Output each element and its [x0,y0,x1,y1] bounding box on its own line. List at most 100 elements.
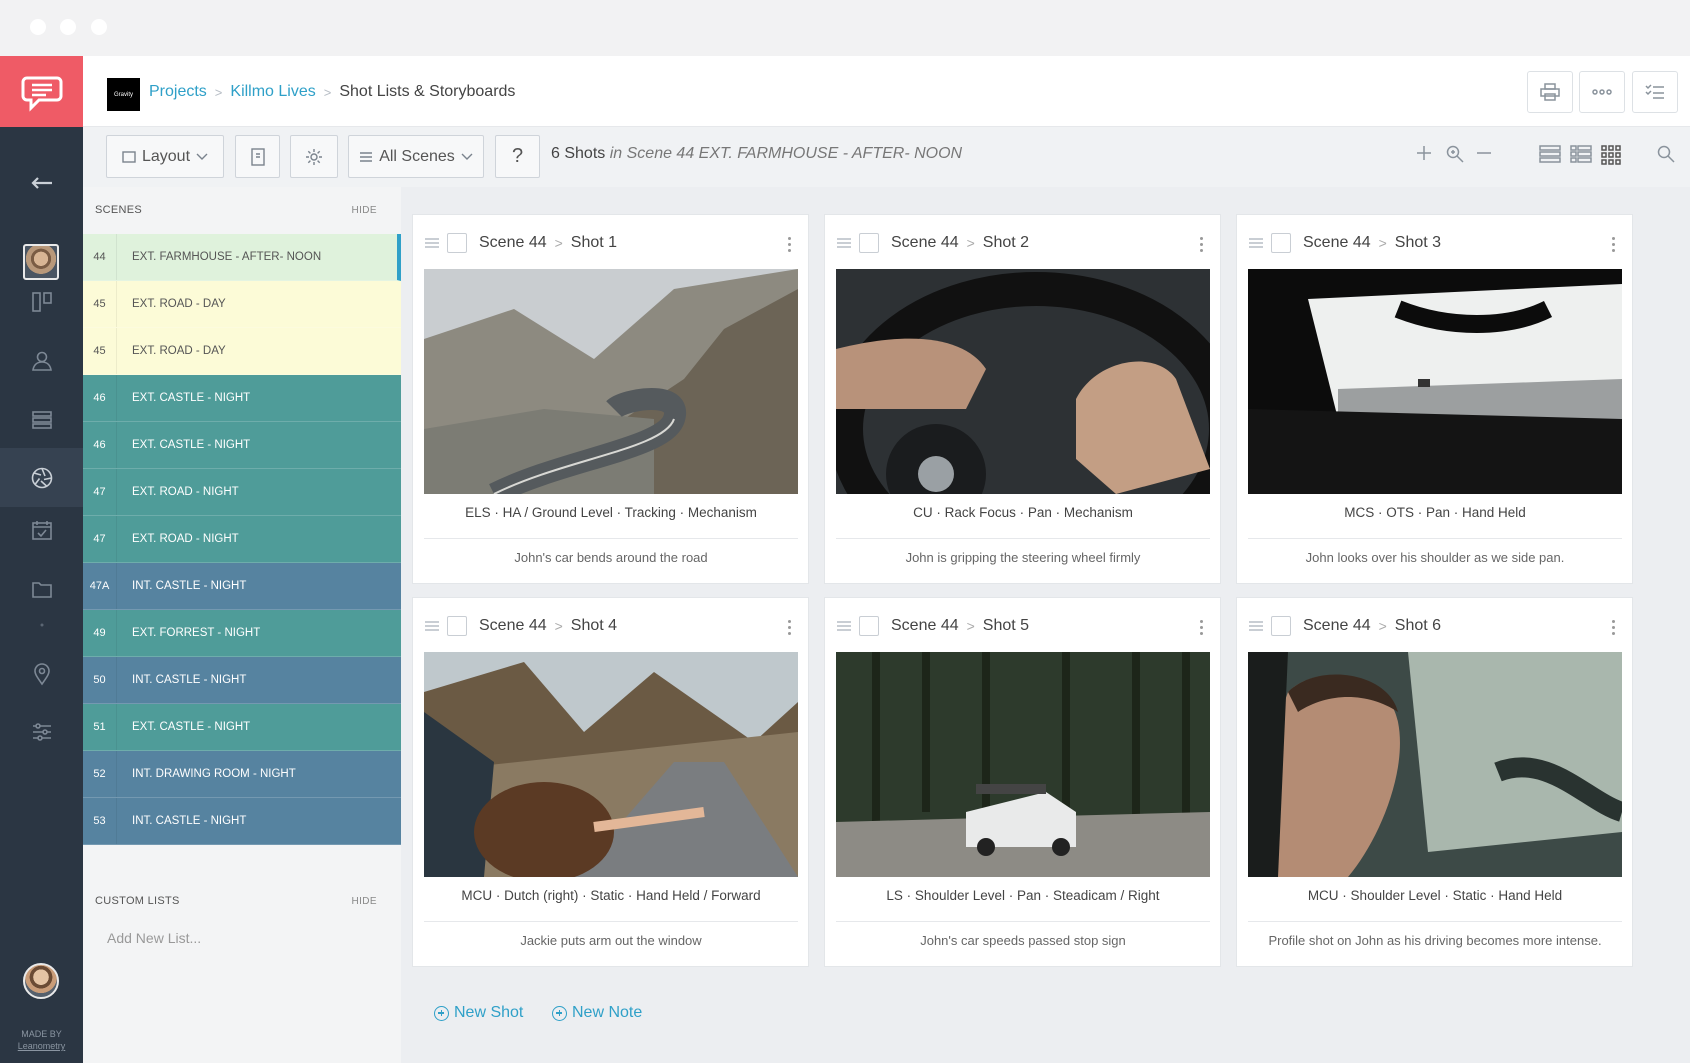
shot-card-header: Scene 44 > Shot 3 [1249,233,1441,253]
shot-image[interactable] [836,652,1210,877]
scene-name: EXT. ROAD - DAY [132,345,226,357]
shot-specs: CU · Rack Focus · Pan · Mechanism [836,505,1210,539]
kebab-menu-icon[interactable] [1200,620,1204,638]
drag-handle-icon[interactable] [425,238,439,248]
settings-sliders-icon[interactable] [0,704,83,760]
shot-card[interactable]: Scene 44 > Shot 1 ELS · HA / Ground Level ·… [412,214,809,584]
shot-card[interactable]: Scene 44 > Shot 6 MCU · Shoulder Level · St… [1236,597,1633,967]
folder-icon[interactable] [0,561,83,617]
shot-select-checkbox[interactable] [859,616,879,636]
shot-select-checkbox[interactable] [1271,233,1291,253]
storyboard-icon[interactable] [0,274,83,330]
chevron-right-icon: > [1378,235,1387,251]
scene-row[interactable]: 46 EXT. CASTLE - NIGHT [83,422,401,469]
search-icon[interactable] [1657,145,1675,168]
drag-handle-icon[interactable] [837,621,851,631]
shot-image[interactable] [1248,652,1622,877]
scene-row[interactable]: 45 EXT. ROAD - DAY [83,281,401,328]
shot-card-header: Scene 44 > Shot 5 [837,616,1029,636]
drag-handle-icon[interactable] [1249,621,1263,631]
breadcrumb-project[interactable]: Killmo Lives [230,83,315,101]
shot-select-checkbox[interactable] [447,233,467,253]
scenes-list-icon[interactable] [0,392,83,448]
kebab-menu-icon[interactable] [1200,237,1204,255]
shot-description[interactable]: John looks over his shoulder as we side … [1248,550,1622,565]
window-maximize-dot[interactable] [91,19,107,35]
shot-select-checkbox[interactable] [1271,616,1291,636]
scene-row[interactable]: 49 EXT. FORREST - NIGHT [83,610,401,657]
shot-description[interactable]: John's car speeds passed stop sign [836,933,1210,948]
cast-icon[interactable] [0,333,83,389]
kebab-menu-icon[interactable] [1612,620,1616,638]
shot-image[interactable] [424,269,798,494]
checklist-button[interactable] [1632,71,1678,113]
shot-image[interactable] [424,652,798,877]
scene-row[interactable]: 44 EXT. FARMHOUSE - AFTER- NOON [83,234,401,281]
location-pin-icon[interactable] [0,646,83,702]
calendar-icon[interactable] [0,502,83,558]
drag-handle-icon[interactable] [1249,238,1263,248]
scene-row[interactable]: 50 INT. CASTLE - NIGHT [83,657,401,704]
shot-card[interactable]: Scene 44 > Shot 3 MCS · OTS · Pan · Hand He… [1236,214,1633,584]
scene-row[interactable]: 46 EXT. CASTLE - NIGHT [83,375,401,422]
help-button[interactable]: ? [495,135,540,178]
shot-description[interactable]: Jackie puts arm out the window [424,933,798,948]
shot-list-icon[interactable] [0,448,83,507]
shot-card[interactable]: Scene 44 > Shot 5 LS · Shoulder Level · Pan… [824,597,1221,967]
settings-button[interactable] [290,135,338,178]
kebab-menu-icon[interactable] [788,237,792,255]
scene-row[interactable]: 51 EXT. CASTLE - NIGHT [83,704,401,751]
view-detail-icon[interactable] [1570,145,1592,168]
scene-row[interactable]: 47 EXT. ROAD - NIGHT [83,469,401,516]
print-button[interactable] [1527,71,1573,113]
app-logo-icon[interactable] [0,56,83,127]
shot-description[interactable]: Profile shot on John as his driving beco… [1248,933,1622,948]
shot-description[interactable]: John's car bends around the road [424,550,798,565]
new-shot-button[interactable]: New Shot [434,1004,523,1022]
new-note-button[interactable]: New Note [552,1004,642,1022]
more-options-button[interactable] [1579,71,1625,113]
zoom-magnifier-icon[interactable] [1446,145,1464,168]
breadcrumb-projects[interactable]: Projects [149,83,207,101]
shot-card[interactable]: Scene 44 > Shot 4 MCU · Dutch (right) · Sta… [412,597,809,967]
window-minimize-dot[interactable] [60,19,76,35]
company-link[interactable]: Leanometry [0,1040,83,1052]
scenes-hide-button[interactable]: HIDE [352,205,378,216]
zoom-minus-icon[interactable] [1476,145,1492,166]
add-new-list-input[interactable]: Add New List... [107,930,201,946]
scene-row[interactable]: 45 EXT. ROAD - DAY [83,328,401,375]
breadcrumb-current: Shot Lists & Storyboards [339,83,516,100]
back-arrow-icon[interactable] [0,155,83,211]
shot-select-checkbox[interactable] [859,233,879,253]
shot-scene-label: Scene 44 [1303,617,1371,634]
view-grid-icon[interactable] [1601,145,1621,170]
view-list-icon[interactable] [1539,145,1561,168]
kebab-menu-icon[interactable] [1612,237,1616,255]
shot-image[interactable] [836,269,1210,494]
window-close-dot[interactable] [30,19,46,35]
drag-handle-icon[interactable] [425,621,439,631]
zoom-plus-icon[interactable] [1416,145,1432,166]
scenes-filter-dropdown[interactable]: All Scenes [348,135,484,178]
scene-name: EXT. CASTLE - NIGHT [132,439,251,451]
shot-specs: MCS · OTS · Pan · Hand Held [1248,505,1622,539]
export-button[interactable] [235,135,280,178]
scene-row[interactable]: 47 EXT. ROAD - NIGHT [83,516,401,563]
shot-card[interactable]: Scene 44 > Shot 2 CU · Rack Focus · Pan · M… [824,214,1221,584]
scene-row[interactable]: 52 INT. DRAWING ROOM - NIGHT [83,751,401,798]
layout-dropdown[interactable]: Layout [106,135,224,178]
top-header: Gravity Projects > Killmo Lives > Shot L… [83,56,1690,127]
drag-handle-icon[interactable] [837,238,851,248]
scene-row[interactable]: 47A INT. CASTLE - NIGHT [83,563,401,610]
user-avatar[interactable] [23,963,59,999]
shot-specs: ELS · HA / Ground Level · Tracking · Mec… [424,505,798,539]
scene-row[interactable]: 53 INT. CASTLE - NIGHT [83,798,401,845]
kebab-menu-icon[interactable] [788,620,792,638]
shot-select-checkbox[interactable] [447,616,467,636]
company-logo[interactable]: Gravity [107,78,140,111]
shot-image[interactable] [1248,269,1622,494]
custom-lists-hide-button[interactable]: HIDE [352,896,378,907]
shot-description[interactable]: John is gripping the steering wheel firm… [836,550,1210,565]
plus-circle-icon [434,1005,449,1021]
plus-circle-icon [552,1005,567,1021]
